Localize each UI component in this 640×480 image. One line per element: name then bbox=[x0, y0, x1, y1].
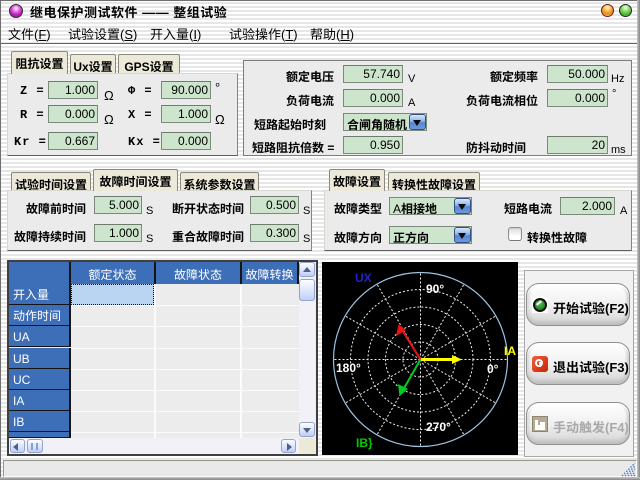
svg-text:270°: 270° bbox=[426, 420, 451, 434]
svg-text:UX: UX bbox=[355, 271, 372, 285]
svg-text:180°: 180° bbox=[336, 361, 361, 375]
svg-text:IB}: IB} bbox=[356, 436, 373, 450]
svg-text:90°: 90° bbox=[426, 282, 444, 296]
svg-text:IA: IA bbox=[504, 344, 516, 358]
svg-text:0°: 0° bbox=[487, 362, 499, 376]
